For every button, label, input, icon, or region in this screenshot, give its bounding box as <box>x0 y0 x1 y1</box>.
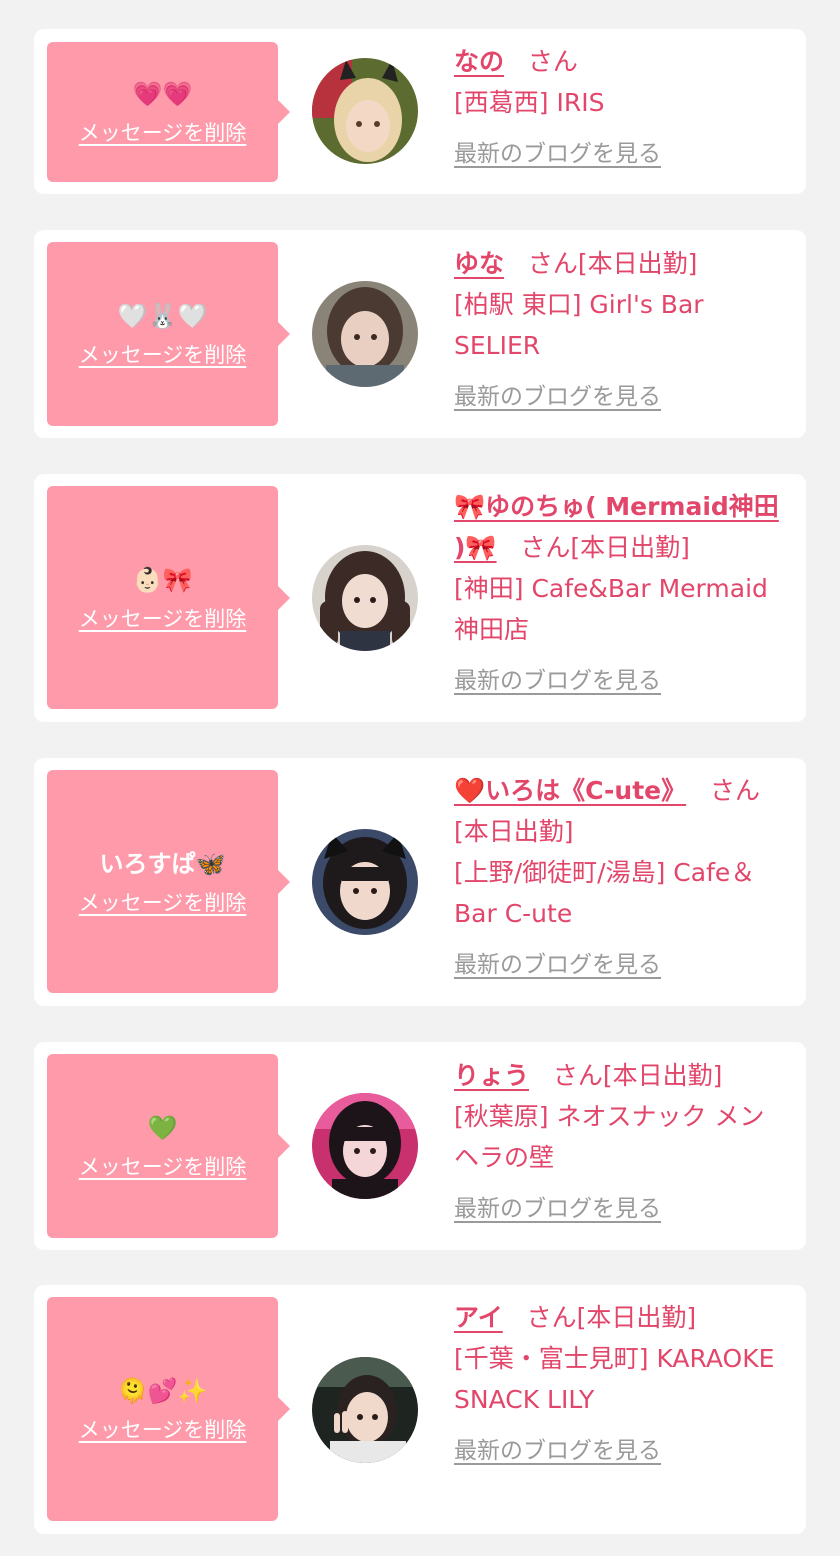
entry-info: なの さん [西葛西] IRIS 最新のブログを見る <box>454 41 789 169</box>
delete-message-link[interactable]: メッセージを削除 <box>79 117 247 147</box>
latest-blog-link[interactable]: 最新のブログを見る <box>454 1194 661 1224</box>
entry-info: ❤️いろは《C-ute》 さん[本日出勤] [上野/御徒町/湯島] Cafe＆B… <box>454 770 789 980</box>
girl-name-link[interactable]: ❤️いろは《C-ute》 <box>454 776 686 805</box>
message-text: 💗💗 <box>132 80 193 108</box>
avatar[interactable] <box>312 1093 418 1199</box>
entry-info: アイ さん[本日出勤] [千葉・富士見町] KARAOKE SNACK LILY… <box>454 1297 789 1466</box>
girl-photo-blonde-icon <box>312 58 418 164</box>
girl-photo-gray-icon <box>312 281 418 387</box>
entry-info: りょう さん[本日出勤] [秋葉原] ネオスナック メンヘラの壁 最新のブログを… <box>454 1055 789 1224</box>
girl-photo-twintails-icon <box>312 545 418 651</box>
location-shop: [上野/御徒町/湯島] Cafe＆Bar C-ute <box>454 858 756 928</box>
message-bubble: 💚 メッセージを削除 <box>47 1054 290 1238</box>
list-item: 👶🏻🎀 メッセージを削除 🎀ゆのちゅ( Mermaid神田 )🎀 さん[本日出勤… <box>34 474 806 722</box>
name-suffix: さん[本日出勤] <box>520 533 690 562</box>
name-suffix: さん[本日出勤] <box>526 1303 697 1332</box>
girl-name-link[interactable]: アイ <box>454 1303 503 1332</box>
girl-name-link[interactable]: りょう <box>454 1061 529 1090</box>
entry-info: 🎀ゆのちゅ( Mermaid神田 )🎀 さん[本日出勤] [神田] Cafe&B… <box>454 486 789 696</box>
avatar[interactable] <box>312 281 418 387</box>
name-suffix: さん[本日出勤] <box>552 1061 723 1090</box>
girl-name-link[interactable]: ゆな <box>454 249 504 278</box>
message-text: いろすぱ🦋 <box>99 849 226 878</box>
location-shop: [秋葉原] ネオスナック メンヘラの壁 <box>454 1102 765 1172</box>
name-suffix: さん[本日出勤] <box>527 249 698 278</box>
latest-blog-link[interactable]: 最新のブログを見る <box>454 382 661 412</box>
message-text: 💚 <box>147 1114 178 1142</box>
avatar[interactable] <box>312 829 418 935</box>
list-item: 💗💗 メッセージを削除 なの さん [西葛西] IRIS 最新のブログを見る <box>34 29 806 194</box>
message-text: 👶🏻🎀 <box>132 565 193 594</box>
delete-message-link[interactable]: メッセージを削除 <box>79 1151 247 1181</box>
location-shop: [神田] Cafe&Bar Mermaid 神田店 <box>454 574 768 644</box>
delete-message-link[interactable]: メッセージを削除 <box>79 339 247 369</box>
message-bubble: 🫠💕✨ メッセージを削除 <box>47 1297 290 1521</box>
avatar[interactable] <box>312 545 418 651</box>
favorites-list: 💗💗 メッセージを削除 なの さん [西葛西] IRIS 最新のブログを見る 🤍… <box>0 0 840 1556</box>
message-text: 🫠💕✨ <box>117 1377 208 1405</box>
message-text: 🤍🐰🤍 <box>117 302 208 330</box>
latest-blog-link[interactable]: 最新のブログを見る <box>454 950 661 980</box>
message-bubble: いろすぱ🦋 メッセージを削除 <box>47 770 290 993</box>
message-bubble: 🤍🐰🤍 メッセージを削除 <box>47 242 290 426</box>
name-suffix: さん <box>527 47 578 76</box>
girl-photo-pink-icon <box>312 1093 418 1199</box>
list-item: 🤍🐰🤍 メッセージを削除 ゆな さん[本日出勤] [柏駅 東口] Girl's … <box>34 230 806 438</box>
latest-blog-link[interactable]: 最新のブログを見る <box>454 139 661 169</box>
latest-blog-link[interactable]: 最新のブログを見る <box>454 666 661 696</box>
message-bubble: 👶🏻🎀 メッセージを削除 <box>47 486 290 709</box>
girl-name-link[interactable]: なの <box>454 47 504 76</box>
delete-message-link[interactable]: メッセージを削除 <box>79 1414 247 1444</box>
girl-photo-peace-icon <box>312 1357 418 1463</box>
list-item: いろすぱ🦋 メッセージを削除 ❤️いろは《C-ute》 さん[本日出勤] [上野… <box>34 758 806 1006</box>
list-item: 🫠💕✨ メッセージを削除 アイ さん[本日出勤] [千葉・富士見町] KARAO… <box>34 1285 806 1534</box>
avatar[interactable] <box>312 1357 418 1463</box>
location-shop: [千葉・富士見町] KARAOKE SNACK LILY <box>454 1344 775 1414</box>
delete-message-link[interactable]: メッセージを削除 <box>79 603 247 633</box>
avatar[interactable] <box>312 58 418 164</box>
girl-photo-catears-icon <box>312 829 418 935</box>
entry-info: ゆな さん[本日出勤] [柏駅 東口] Girl's Bar SELIER 最新… <box>454 243 789 412</box>
message-bubble: 💗💗 メッセージを削除 <box>47 42 290 182</box>
delete-message-link[interactable]: メッセージを削除 <box>79 887 247 917</box>
latest-blog-link[interactable]: 最新のブログを見る <box>454 1436 661 1466</box>
list-item: 💚 メッセージを削除 りょう さん[本日出勤] [秋葉原] ネオスナック メンヘ… <box>34 1042 806 1250</box>
location-shop: [柏駅 東口] Girl's Bar SELIER <box>454 290 704 360</box>
location-shop: [西葛西] IRIS <box>454 88 605 117</box>
